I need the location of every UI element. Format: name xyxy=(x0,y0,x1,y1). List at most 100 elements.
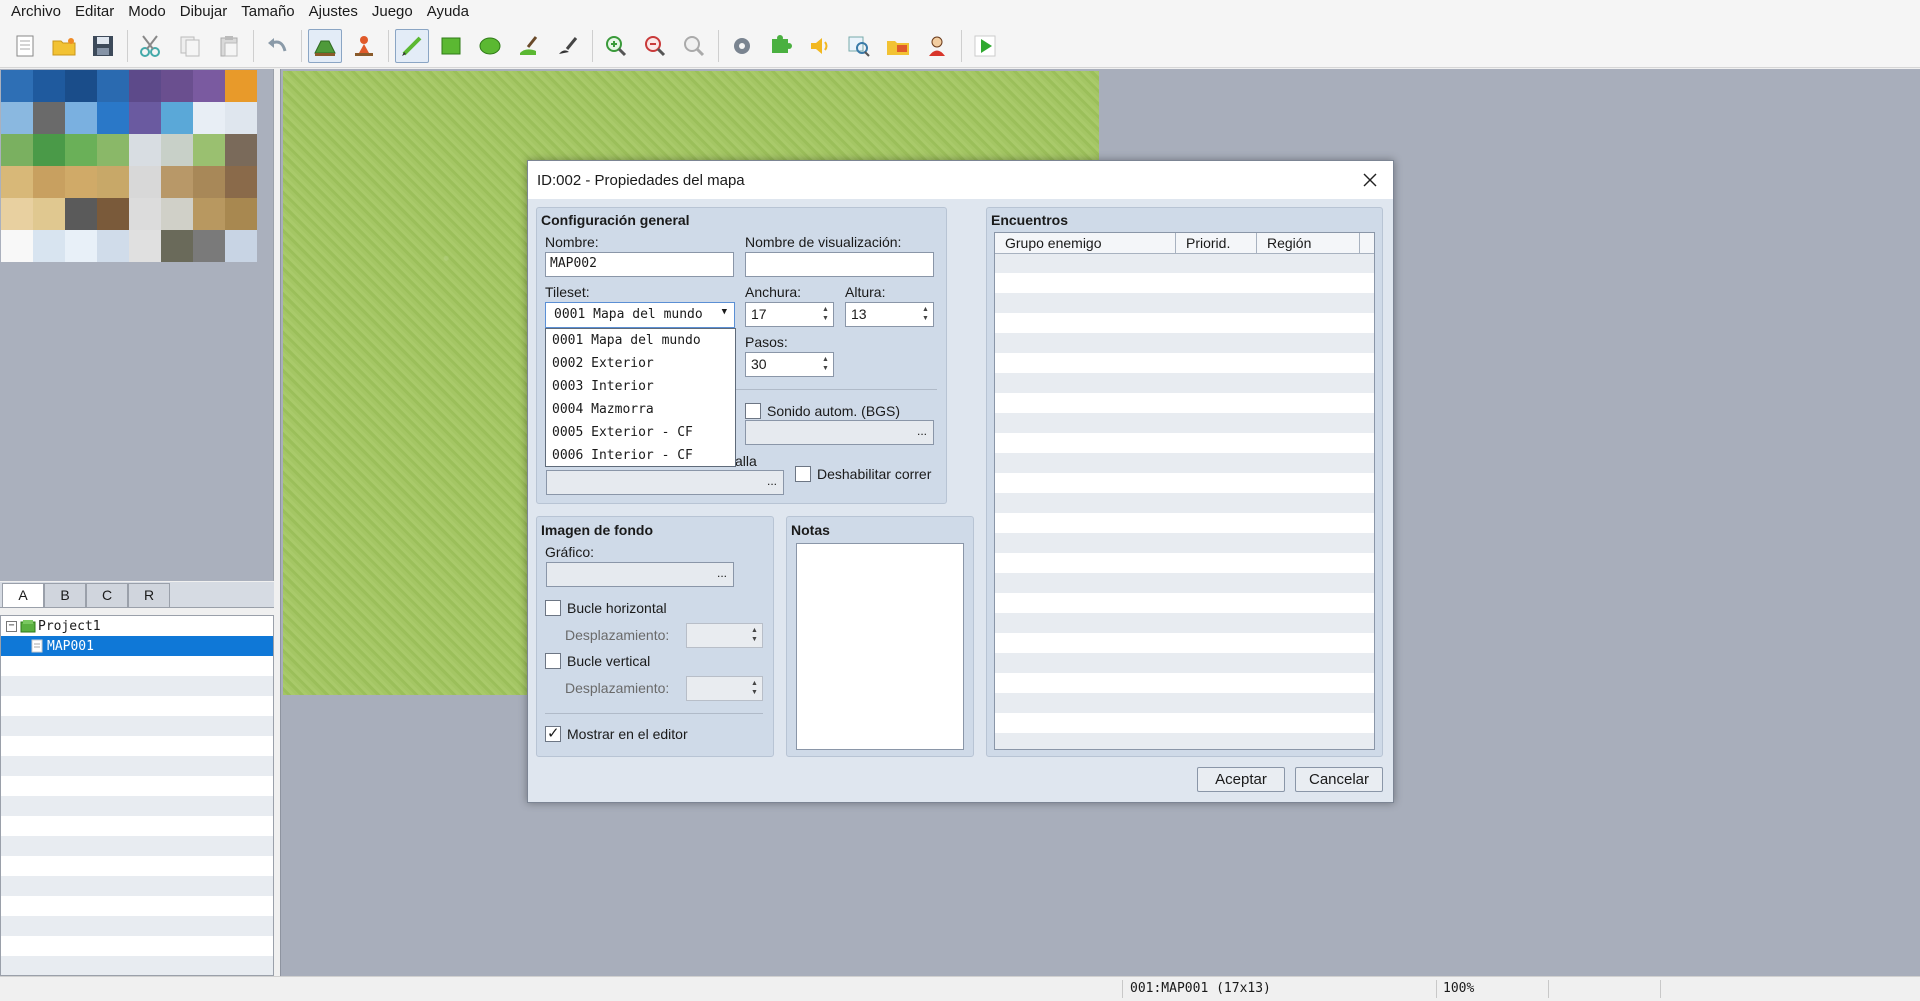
fill-tool-button[interactable] xyxy=(512,29,546,63)
tile[interactable] xyxy=(129,102,161,134)
map-tree[interactable]: − Project1 MAP001 xyxy=(0,615,274,976)
tile[interactable] xyxy=(97,70,129,102)
tile[interactable] xyxy=(1,198,33,230)
tab-r[interactable]: R xyxy=(128,583,170,607)
tile[interactable] xyxy=(225,70,257,102)
show-in-editor-checkbox[interactable] xyxy=(545,724,561,742)
paste-button[interactable] xyxy=(212,29,246,63)
tile[interactable] xyxy=(129,198,161,230)
tile[interactable] xyxy=(65,102,97,134)
zoom-in-button[interactable] xyxy=(599,29,633,63)
tileset-select[interactable]: 0001 Mapa del mundo ▼ xyxy=(545,302,735,328)
menu-editar[interactable]: Editar xyxy=(68,0,121,24)
copy-button[interactable] xyxy=(173,29,207,63)
tab-c[interactable]: C xyxy=(86,583,128,607)
resource-manager-button[interactable] xyxy=(881,29,915,63)
encounters-table[interactable]: Grupo enemigo Priorid. Región xyxy=(994,232,1375,750)
width-stepper[interactable]: 17 ▲ ▼ xyxy=(745,302,834,327)
tile[interactable] xyxy=(161,198,193,230)
rectangle-tool-button[interactable] xyxy=(434,29,468,63)
tile[interactable] xyxy=(33,102,65,134)
tile[interactable] xyxy=(1,134,33,166)
notes-textarea[interactable] xyxy=(796,543,964,750)
display-name-field[interactable] xyxy=(745,252,934,277)
tile[interactable] xyxy=(225,230,257,262)
close-icon[interactable] xyxy=(1359,169,1381,191)
tile[interactable] xyxy=(161,166,193,198)
tile[interactable] xyxy=(193,134,225,166)
tile[interactable] xyxy=(161,102,193,134)
collapse-icon[interactable]: − xyxy=(6,620,17,632)
tileset-palette[interactable] xyxy=(0,69,274,581)
menu-ajustes[interactable]: Ajustes xyxy=(302,0,365,24)
scroll-v-stepper[interactable]: ▲ ▼ xyxy=(686,676,763,701)
tile[interactable] xyxy=(193,102,225,134)
tile[interactable] xyxy=(1,102,33,134)
tile[interactable] xyxy=(33,70,65,102)
shadow-pen-button[interactable] xyxy=(551,29,585,63)
height-stepper[interactable]: 13 ▲ ▼ xyxy=(845,302,934,327)
bgs-picker[interactable]: ... xyxy=(745,420,934,445)
tile[interactable] xyxy=(33,166,65,198)
sound-test-button[interactable] xyxy=(803,29,837,63)
tile[interactable] xyxy=(65,70,97,102)
playtest-button[interactable] xyxy=(968,29,1002,63)
zoom-out-button[interactable] xyxy=(638,29,672,63)
tile[interactable] xyxy=(33,134,65,166)
col-region[interactable]: Región xyxy=(1257,233,1360,253)
tile[interactable] xyxy=(1,166,33,198)
battleback-picker[interactable]: ... xyxy=(546,470,784,495)
tile[interactable] xyxy=(225,166,257,198)
cancel-button[interactable]: Cancelar xyxy=(1295,767,1383,792)
tile[interactable] xyxy=(65,198,97,230)
tile[interactable] xyxy=(225,134,257,166)
tile[interactable] xyxy=(97,166,129,198)
tile[interactable] xyxy=(129,166,161,198)
tile-grid[interactable] xyxy=(1,70,257,262)
spin-arrows-icon[interactable]: ▲ ▼ xyxy=(750,626,759,644)
menu-juego[interactable]: Juego xyxy=(365,0,420,24)
tile[interactable] xyxy=(1,70,33,102)
menu-dibujar[interactable]: Dibujar xyxy=(173,0,235,24)
menu-ayuda[interactable]: Ayuda xyxy=(420,0,476,24)
save-project-button[interactable] xyxy=(86,29,120,63)
tile[interactable] xyxy=(129,230,161,262)
tile[interactable] xyxy=(129,134,161,166)
tileset-option[interactable]: 0005 Exterior - CF xyxy=(546,421,735,444)
tree-project-row[interactable]: − Project1 xyxy=(1,616,273,636)
tileset-option[interactable]: 0006 Interior - CF xyxy=(546,444,735,467)
tile[interactable] xyxy=(161,134,193,166)
chevron-down-icon[interactable]: ▼ xyxy=(722,307,727,317)
name-field[interactable]: MAP002 xyxy=(545,252,734,277)
menu-tamano[interactable]: Tamaño xyxy=(234,0,301,24)
ok-button[interactable]: Aceptar xyxy=(1197,767,1285,792)
tile[interactable] xyxy=(33,230,65,262)
new-project-button[interactable] xyxy=(8,29,42,63)
tile[interactable] xyxy=(33,198,65,230)
spin-arrows-icon[interactable]: ▲ ▼ xyxy=(821,305,830,323)
bgs-checkbox[interactable] xyxy=(745,403,761,419)
tile[interactable] xyxy=(97,102,129,134)
actual-size-button[interactable] xyxy=(677,29,711,63)
tileset-option[interactable]: 0003 Interior xyxy=(546,375,735,398)
open-project-button[interactable] xyxy=(47,29,81,63)
graphic-picker[interactable]: ... xyxy=(546,562,734,587)
tile[interactable] xyxy=(97,230,129,262)
undo-button[interactable] xyxy=(260,29,294,63)
plugin-manager-button[interactable] xyxy=(764,29,798,63)
col-enemy-group[interactable]: Grupo enemigo xyxy=(995,233,1176,253)
map-mode-button[interactable] xyxy=(308,28,342,63)
tileset-option[interactable]: 0001 Mapa del mundo xyxy=(546,329,735,352)
menu-modo[interactable]: Modo xyxy=(121,0,173,24)
spin-arrows-icon[interactable]: ▲ ▼ xyxy=(821,355,830,373)
pencil-tool-button[interactable] xyxy=(395,28,429,63)
tileset-option[interactable]: 0002 Exterior xyxy=(546,352,735,375)
disable-dash-checkbox[interactable] xyxy=(795,466,811,482)
cut-button[interactable] xyxy=(134,29,168,63)
tile[interactable] xyxy=(65,166,97,198)
tile[interactable] xyxy=(225,198,257,230)
tile[interactable] xyxy=(97,198,129,230)
tile[interactable] xyxy=(193,166,225,198)
loop-vertical-checkbox[interactable] xyxy=(545,653,561,669)
event-searcher-button[interactable] xyxy=(842,29,876,63)
